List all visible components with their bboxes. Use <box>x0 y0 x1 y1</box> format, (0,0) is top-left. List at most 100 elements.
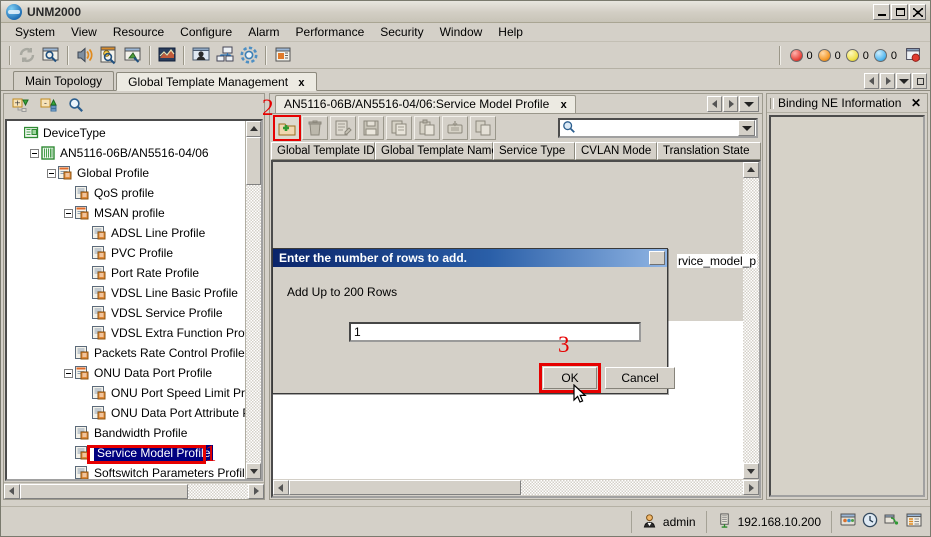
add-row-button[interactable] <box>273 115 301 141</box>
menu-security[interactable]: Security <box>372 23 431 41</box>
table-search-box[interactable] <box>558 118 758 138</box>
tree-node[interactable]: Global Profile <box>9 163 245 183</box>
clock-icon[interactable] <box>862 512 878 531</box>
sound-alarm-icon[interactable] <box>74 44 96 66</box>
maximize-button[interactable] <box>891 3 908 20</box>
copy-button[interactable] <box>386 116 412 140</box>
menu-configure[interactable]: Configure <box>172 23 240 41</box>
alarm-panel-icon[interactable] <box>903 45 925 67</box>
users-online-icon[interactable] <box>840 512 856 531</box>
minor-alarm-counter[interactable]: 0 <box>845 49 869 62</box>
dialog-cancel-button[interactable]: Cancel <box>605 367 675 389</box>
critical-alarm-counter[interactable]: 0 <box>789 49 813 62</box>
row-count-field[interactable] <box>349 322 641 342</box>
menu-help[interactable]: Help <box>490 23 531 41</box>
menu-view[interactable]: View <box>63 23 105 41</box>
table-hscroll-thumb[interactable] <box>289 480 521 495</box>
menu-system[interactable]: System <box>7 23 63 41</box>
menu-window[interactable]: Window <box>432 23 491 41</box>
tree-node[interactable]: Port Rate Profile <box>9 263 245 283</box>
inner-tab-next-button[interactable] <box>723 96 738 112</box>
tree-node[interactable]: Bandwidth Profile <box>9 423 245 443</box>
tree-collapse-toggle[interactable] <box>64 208 73 218</box>
table-horizontal-scrollbar[interactable] <box>273 479 759 496</box>
tab-list-button[interactable] <box>896 73 911 89</box>
tree-node[interactable]: PVC Profile <box>9 243 245 263</box>
tree-collapse-toggle[interactable] <box>64 368 73 378</box>
table-column-header[interactable]: CVLAN Mode <box>575 142 657 160</box>
topology-search-icon[interactable] <box>40 44 62 66</box>
tree-hscroll-thumb[interactable] <box>20 483 188 499</box>
delete-button[interactable] <box>302 116 328 140</box>
binding-ne-panel-close-icon[interactable]: ✕ <box>908 96 924 110</box>
menu-performance[interactable]: Performance <box>288 23 373 41</box>
table-vertical-scrollbar[interactable] <box>743 162 759 479</box>
close-button[interactable] <box>909 3 926 20</box>
tree-scroll-thumb[interactable] <box>246 137 261 185</box>
download-button[interactable] <box>442 116 468 140</box>
warning-alarm-counter[interactable]: 0 <box>873 49 897 62</box>
tab-prev-button[interactable] <box>864 73 879 89</box>
inner-tab-service-model-profile[interactable]: AN5116-06B/AN5516-04/06:Service Model Pr… <box>275 95 576 113</box>
tree-node[interactable]: VDSL Extra Function Profile <box>9 323 245 343</box>
tree-node[interactable]: QoS profile <box>9 183 245 203</box>
tab-close-icon[interactable]: x <box>298 77 304 89</box>
menu-alarm[interactable]: Alarm <box>240 23 287 41</box>
minimize-button[interactable] <box>873 3 890 20</box>
table-hscroll-track[interactable] <box>521 480 743 495</box>
alarm-query-icon[interactable] <box>98 44 120 66</box>
table-column-header[interactable]: Global Template Name <box>375 142 498 160</box>
tree-node[interactable]: ONU Data Port Profile <box>9 363 245 383</box>
table-column-header[interactable]: Service Type <box>493 142 575 160</box>
performance-chart-icon[interactable] <box>156 44 178 66</box>
tree-node[interactable]: VDSL Line Basic Profile <box>9 283 245 303</box>
tree-collapse-toggle[interactable] <box>47 168 56 178</box>
tree-node[interactable]: VDSL Service Profile <box>9 303 245 323</box>
refresh-icon[interactable] <box>16 44 38 66</box>
table-scroll-track[interactable] <box>743 178 759 463</box>
inner-tab-list-button[interactable] <box>739 96 759 112</box>
menu-resource[interactable]: Resource <box>105 23 172 41</box>
report-window-icon[interactable] <box>272 44 294 66</box>
user-monitor-icon[interactable] <box>190 44 212 66</box>
tree-collapse-toggle[interactable] <box>30 148 39 158</box>
tree-node[interactable]: DeviceType <box>9 123 245 143</box>
inner-tab-prev-button[interactable] <box>707 96 722 112</box>
tree-hscroll-left-button[interactable] <box>4 483 20 499</box>
tree-node[interactable]: MSAN profile <box>9 203 245 223</box>
table-scroll-down-button[interactable] <box>743 463 759 479</box>
tree-node[interactable]: ONU Data Port Attribute Pro <box>9 403 245 423</box>
panel-drag-handle[interactable] <box>770 97 774 109</box>
paste-button[interactable] <box>414 116 440 140</box>
tree-node[interactable]: Packets Rate Control Profile <box>9 343 245 363</box>
tree-vertical-scrollbar[interactable] <box>245 121 261 479</box>
tree-scroll-up-button[interactable] <box>246 121 261 137</box>
tree-hscroll-track[interactable] <box>188 483 248 499</box>
collapse-all-icon[interactable]: - <box>40 97 58 116</box>
tab-main-topology[interactable]: Main Topology <box>13 71 115 90</box>
tree-search-icon[interactable] <box>68 97 84 116</box>
tree-scroll-down-button[interactable] <box>246 463 261 479</box>
tree-node[interactable]: AN5116-06B/AN5516-04/06 <box>9 143 245 163</box>
tree-node[interactable]: ONU Port Speed Limit Profile <box>9 383 245 403</box>
duplicate-button[interactable] <box>470 116 496 140</box>
inner-tab-close-icon[interactable]: x <box>561 99 567 111</box>
network-status-icon[interactable] <box>884 512 900 531</box>
table-column-header[interactable]: Translation State <box>657 142 761 160</box>
table-search-input[interactable] <box>579 120 738 136</box>
table-scroll-up-button[interactable] <box>743 162 759 178</box>
save-button[interactable] <box>358 116 384 140</box>
row-count-input[interactable] <box>351 324 639 340</box>
device-tree[interactable]: DeviceType AN5116-06B/AN5516-04/06 Global … <box>7 121 245 479</box>
network-devices-icon[interactable] <box>214 44 236 66</box>
tab-maximize-button[interactable] <box>912 73 927 89</box>
table-column-header[interactable]: Global Template ID <box>271 142 375 160</box>
log-icon[interactable] <box>906 512 922 531</box>
expand-all-icon[interactable]: + <box>12 97 30 116</box>
tab-next-button[interactable] <box>880 73 895 89</box>
alarm-window-icon[interactable] <box>122 44 144 66</box>
settings-gear-icon[interactable] <box>238 44 260 66</box>
tab-global-template-management[interactable]: Global Template Management x <box>116 72 317 91</box>
dialog-close-button[interactable] <box>649 251 665 265</box>
major-alarm-counter[interactable]: 0 <box>817 49 841 62</box>
